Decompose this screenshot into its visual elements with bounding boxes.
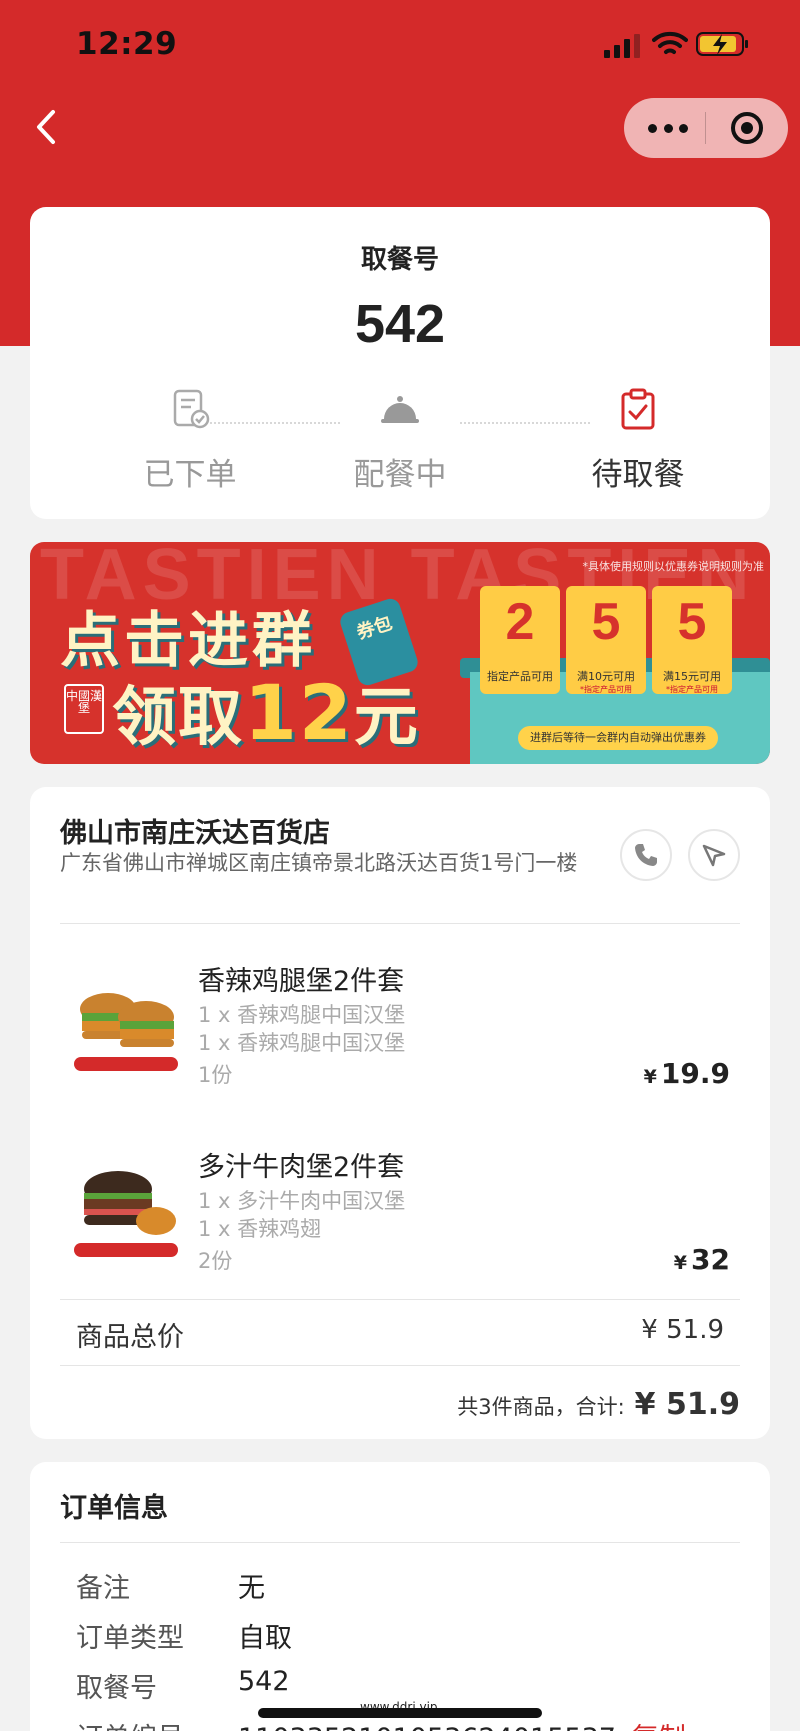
banner-amount: 12 (244, 668, 354, 757)
coupon-card: 5 满15元可用 *指定产品可用 (652, 586, 732, 694)
coupon-sub: *指定产品可用 (580, 685, 632, 694)
subtotal-label: 商品总价 (76, 1322, 184, 1353)
order-number: 1103352101053624015537 (238, 1723, 616, 1731)
divider (60, 1299, 740, 1300)
coupon-value: 5 (677, 593, 707, 651)
info-row-remark: 备注 无 (76, 1566, 265, 1605)
more-dot-icon (679, 123, 688, 133)
info-value: 542 (238, 1666, 290, 1697)
step-label: 配餐中 (353, 457, 447, 493)
banner-suffix: 元 (353, 681, 420, 755)
pickup-card: 取餐号 542 已下单 配餐中 待取餐 (30, 207, 770, 519)
pickup-number: 542 (354, 294, 446, 354)
item-component: 1 x 香辣鸡腿中国汉堡 (198, 1003, 406, 1027)
navigate-button[interactable] (688, 829, 740, 881)
banner-note: *具体使用规则以优惠券说明规则为准 (582, 560, 765, 573)
info-label: 订单类型 (76, 1623, 184, 1654)
more-dot-icon (663, 123, 673, 133)
coupon-card: 5 满10元可用 *指定产品可用 (566, 586, 646, 694)
divider (60, 1542, 740, 1543)
item-quantity: 2份 (198, 1249, 233, 1273)
price-value: 19.9 (660, 1057, 730, 1090)
banner-prefix: 领取 (112, 681, 244, 755)
clipboard-check-icon (621, 388, 655, 430)
close-miniprogram-button[interactable] (729, 110, 765, 146)
phone-icon (635, 844, 657, 866)
coupon-value: 5 (591, 593, 621, 651)
subtotal-row: 商品总价 ¥ 51.9 (76, 1315, 724, 1354)
mini-program-capsule (624, 98, 788, 158)
coupon-condition: 指定产品可用 (487, 670, 553, 683)
chevron-left-icon (37, 110, 55, 144)
info-label: 备注 (76, 1573, 130, 1604)
brand-seal: 中國漢堡 (64, 684, 104, 734)
burger-combo-image (74, 993, 178, 1071)
step-label: 待取餐 (591, 457, 685, 493)
divider (60, 1365, 740, 1366)
store-name: 佛山市南庄沃达百货店 (60, 818, 330, 849)
summary-total: ¥ 51.9 (634, 1387, 740, 1422)
store-address: 广东省佛山市禅城区南庄镇帝景北路沃达百货1号门一楼 (60, 851, 578, 875)
coupon-card: 2 指定产品可用 (480, 586, 560, 694)
item-name: 香辣鸡腿堡2件套 (198, 966, 405, 997)
capsule-divider (705, 112, 706, 144)
currency-symbol: ¥ (673, 1252, 688, 1274)
pickup-label: 取餐号 (360, 245, 439, 275)
more-options-button[interactable] (648, 117, 688, 139)
info-row-pickup-number: 取餐号 542 (76, 1666, 290, 1705)
info-value: 自取 (238, 1623, 292, 1654)
subtotal-value: ¥ 51.9 (641, 1315, 724, 1345)
item-component: 1 x 多汁牛肉中国汉堡 (198, 1189, 406, 1213)
coupon-condition: 满10元可用 (577, 670, 635, 683)
step-awaiting-pickup: 待取餐 (558, 387, 718, 494)
order-summary: 共3件商品，合计: ¥ 51.9 (457, 1387, 740, 1422)
currency-symbol: ¥ (643, 1066, 657, 1088)
call-store-button[interactable] (620, 829, 672, 881)
step-label: 已下单 (143, 457, 237, 493)
info-value: 无 (238, 1573, 265, 1604)
promo-banner[interactable]: TASTIEN TASTIEN *具体使用规则以优惠券说明规则为准 点击进群 中… (30, 542, 770, 764)
info-value: 1103352101053624015537 复制 (238, 1716, 686, 1731)
wifi-icon (652, 31, 688, 54)
info-label: 订单编号 (76, 1723, 184, 1731)
navigation-arrow-icon (702, 844, 726, 867)
status-time: 12:29 (76, 26, 178, 62)
item-component: 1 x 香辣鸡翅 (198, 1217, 322, 1241)
order-placed-icon (173, 389, 210, 429)
info-row-order-number: 订单编号 1103352101053624015537 复制 (76, 1716, 686, 1731)
cellular-signal-icon (604, 34, 640, 58)
order-info-title: 订单信息 (60, 1493, 168, 1524)
burger-combo-image (74, 1171, 178, 1257)
coupon-sub: *指定产品可用 (666, 685, 718, 694)
item-price: ¥32 (674, 1243, 730, 1276)
item-name: 多汁牛肉堡2件套 (198, 1152, 405, 1183)
divider (60, 923, 740, 924)
battery-charging-icon (696, 32, 748, 56)
info-label: 取餐号 (76, 1673, 157, 1704)
step-preparing: 配餐中 (320, 387, 480, 494)
item-component: 1 x 香辣鸡腿中国汉堡 (198, 1031, 406, 1055)
item-quantity: 1份 (198, 1063, 233, 1087)
copy-button[interactable]: 复制 (632, 1723, 686, 1731)
step-order-placed: 已下单 (110, 387, 270, 494)
coupon-condition: 满15元可用 (663, 670, 721, 683)
home-indicator[interactable] (258, 1708, 542, 1718)
price-value: 32 (691, 1243, 730, 1276)
banner-footer: 进群后等待一会群内自动弹出优惠券 (518, 726, 718, 750)
item-price: ¥19.9 (644, 1057, 730, 1090)
status-bar: 12:29 (0, 0, 800, 90)
more-dot-icon (648, 123, 657, 133)
order-card: 佛山市南庄沃达百货店 广东省佛山市禅城区南庄镇帝景北路沃达百货1号门一楼 香辣鸡… (30, 787, 770, 1439)
summary-label: 共3件商品，合计: (457, 1395, 625, 1419)
cloche-icon (381, 396, 419, 423)
order-item: 香辣鸡腿堡2件套 1 x 香辣鸡腿中国汉堡 1 x 香辣鸡腿中国汉堡 1份 ¥1… (70, 953, 730, 1103)
info-row-order-type: 订单类型 自取 (76, 1616, 292, 1655)
coupon-value: 2 (505, 593, 535, 651)
back-button[interactable] (24, 100, 68, 154)
order-item: 多汁牛肉堡2件套 1 x 多汁牛肉中国汉堡 1 x 香辣鸡翅 2份 ¥32 (70, 1139, 730, 1289)
order-info-card: 订单信息 备注 无 订单类型 自取 取餐号 542 订单编号 110335210… (30, 1462, 770, 1731)
